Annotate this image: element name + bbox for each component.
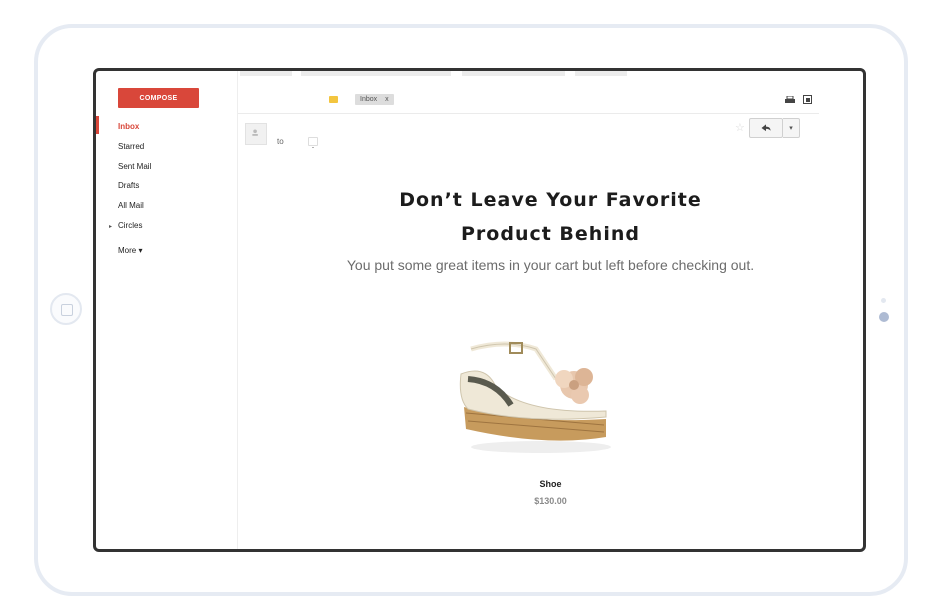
chevron-down-icon — [312, 147, 314, 148]
email-headline: Don’t Leave Your Favorite Product Behind — [238, 183, 863, 251]
top-tab[interactable] — [575, 71, 627, 76]
headline-line-1: Don’t Leave Your Favorite — [399, 189, 702, 211]
avatar — [245, 123, 267, 145]
sidebar-item-circles[interactable]: Circles — [118, 221, 142, 230]
star-icon[interactable]: ☆ — [735, 121, 745, 134]
sidebar-item-starred[interactable]: Starred — [118, 142, 144, 151]
sidebar-item-sent-mail[interactable]: Sent Mail — [118, 162, 151, 171]
sidebar-item-more[interactable]: More ▾ — [118, 246, 142, 255]
expand-arrow-icon[interactable]: ▸ — [109, 223, 112, 230]
details-dropdown-button[interactable] — [308, 137, 318, 148]
camera-dot — [879, 312, 889, 322]
message-pane: Inbox x to ☆ ▾ Don’t Leave Your Favorite… — [237, 71, 863, 549]
popout-icon[interactable] — [803, 95, 812, 104]
more-actions-button[interactable]: ▾ — [783, 118, 800, 138]
message-toolbar: Inbox x — [238, 87, 819, 114]
person-icon — [252, 129, 258, 136]
product-name[interactable]: Shoe — [238, 479, 863, 489]
product-image[interactable] — [456, 329, 626, 459]
top-tabs — [238, 71, 863, 77]
reply-button[interactable] — [749, 118, 783, 138]
reply-icon — [761, 124, 771, 132]
email-subtext: You put some great items in your cart bu… — [346, 257, 755, 273]
label-chip[interactable]: Inbox x — [355, 94, 394, 105]
sidebar: COMPOSE Inbox Starred Sent Mail Drafts A… — [96, 71, 238, 549]
active-indicator — [96, 116, 99, 134]
to-label: to — [277, 137, 284, 146]
headline-line-2: Product Behind — [461, 223, 640, 245]
top-tab[interactable] — [462, 71, 565, 76]
top-tab[interactable] — [301, 71, 451, 76]
compose-button[interactable]: COMPOSE — [118, 88, 199, 108]
home-button[interactable] — [50, 293, 82, 325]
home-square-icon — [61, 304, 73, 316]
sidebar-item-all-mail[interactable]: All Mail — [118, 201, 144, 210]
label-chip-text: Inbox — [360, 96, 378, 103]
sidebar-item-drafts[interactable]: Drafts — [118, 181, 139, 190]
folder-icon[interactable] — [329, 96, 338, 103]
product-price: $130.00 — [534, 496, 567, 506]
email-screen: COMPOSE Inbox Starred Sent Mail Drafts A… — [93, 68, 866, 552]
sidebar-item-inbox[interactable]: Inbox — [118, 122, 139, 131]
label-remove-icon[interactable]: x — [385, 96, 389, 103]
print-icon[interactable] — [785, 96, 795, 104]
sensor-dot — [881, 298, 886, 303]
top-tab[interactable] — [240, 71, 292, 76]
